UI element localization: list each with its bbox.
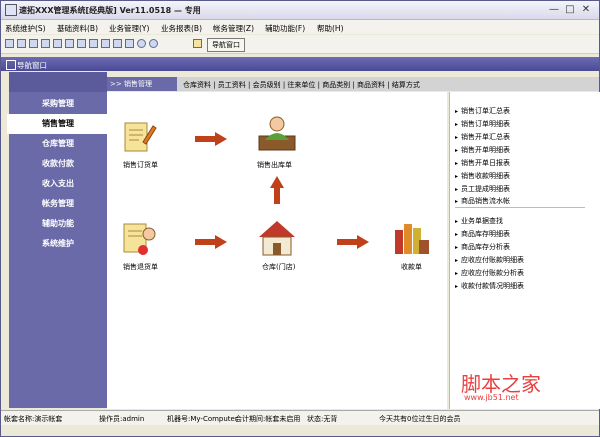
- maximize-button[interactable]: □: [563, 3, 577, 16]
- sales-out-icon[interactable]: [257, 114, 297, 154]
- globe-icon[interactable]: [149, 39, 158, 48]
- arrow-right-icon: [195, 132, 227, 146]
- report-link[interactable]: ▸ 销售开单汇总表: [455, 132, 510, 142]
- sidebar-item-accounts[interactable]: 帐务管理: [9, 194, 107, 214]
- report-link[interactable]: ▸ 销售订单明细表: [455, 119, 510, 129]
- report-link[interactable]: ▸ 商品库存明细表: [455, 229, 510, 239]
- warehouse-icon[interactable]: [257, 219, 297, 257]
- sidebar-item-payments[interactable]: 收款付款: [9, 154, 107, 174]
- report-link[interactable]: ▸ 销售开单明细表: [455, 145, 510, 155]
- menu-business[interactable]: 业务管理(Y): [109, 23, 149, 34]
- status-account: 帐套名称:演示帐套: [4, 415, 63, 423]
- document-icon[interactable]: [41, 39, 50, 48]
- window-icon: [6, 60, 16, 70]
- report-link[interactable]: ▸ 商品库存分析表: [455, 242, 510, 252]
- menu-reports[interactable]: 业务报表(B): [161, 23, 202, 34]
- warehouse-label[interactable]: 仓库(门店): [262, 262, 295, 272]
- report-link[interactable]: ▸ 应收应付账款分析表: [455, 268, 524, 278]
- watermark-url: www.jb51.net: [464, 393, 519, 402]
- report-link[interactable]: ▸ 销售开单日报表: [455, 158, 510, 168]
- flow-panel: 销售订货单 销售出库单 销售退货单 仓库(门店) 收款单: [107, 92, 447, 409]
- nav-window-icon[interactable]: [193, 39, 202, 48]
- arrow-right-icon: [195, 235, 227, 249]
- report-link[interactable]: ▸ 商品销售流水帐: [455, 196, 510, 206]
- report-link[interactable]: ▸ 销售收款明细表: [455, 171, 510, 181]
- sidebar-item-purchase[interactable]: 采购管理: [9, 94, 107, 114]
- menu-bar: 系统维护(S) 基础资料(B) 业务管理(Y) 业务报表(B) 帐务管理(Z) …: [1, 20, 599, 34]
- status-state: 状态:无背: [307, 415, 338, 423]
- menu-basic-data[interactable]: 基础资料(B): [57, 23, 98, 34]
- new-icon[interactable]: [5, 39, 14, 48]
- sales-return-icon[interactable]: [121, 220, 159, 258]
- table-icon[interactable]: [101, 39, 110, 48]
- window-title: 速拓XXX管理系统[经典版] Ver11.0518 — 专用: [19, 6, 201, 15]
- sidebar-item-assist[interactable]: 辅助功能: [9, 214, 107, 234]
- tab-current: >> 销售管理: [107, 77, 177, 91]
- tabs-bar: >> 销售管理 仓库资料 | 员工资料 | 会员级别 | 往来单位 | 商品类别…: [107, 77, 599, 91]
- sidebar-item-system[interactable]: 系统维护: [9, 234, 107, 254]
- open-icon[interactable]: [17, 39, 26, 48]
- nav-panel-title-text: 导航窗口: [17, 61, 47, 70]
- status-operator: 操作员:admin: [99, 415, 145, 423]
- menu-accounts[interactable]: 帐务管理(Z): [213, 23, 254, 34]
- list-icon[interactable]: [29, 39, 38, 48]
- sales-order-label[interactable]: 销售订货单: [123, 160, 158, 170]
- report-link[interactable]: ▸ 收款付款情况明细表: [455, 281, 524, 291]
- export-icon[interactable]: [125, 39, 134, 48]
- help-icon[interactable]: [137, 39, 146, 48]
- arrow-up-icon: [270, 176, 284, 204]
- report-links-panel: ▸ 销售订单汇总表 ▸ 销售订单明细表 ▸ 销售开单汇总表 ▸ 销售开单明细表 ▸ 销售开…: [449, 92, 600, 409]
- title-bar: 速拓XXX管理系统[经典版] Ver11.0518 — 专用 — □ ✕: [1, 1, 599, 20]
- report-link[interactable]: ▸ 应收应付账款明细表: [455, 255, 524, 265]
- users-icon[interactable]: [65, 39, 74, 48]
- receipt-icon[interactable]: [393, 218, 431, 258]
- menu-help[interactable]: 帮助(H): [317, 23, 344, 34]
- nav-panel-title: 导航窗口: [1, 57, 599, 71]
- minimize-button[interactable]: —: [547, 3, 561, 16]
- status-birthday: 今天共有0位过生日的会员: [379, 415, 461, 423]
- sales-order-icon[interactable]: [121, 120, 157, 156]
- sales-return-label[interactable]: 销售退货单: [123, 262, 158, 272]
- sidebar-item-sales[interactable]: 销售管理: [7, 114, 109, 134]
- sales-out-label[interactable]: 销售出库单: [257, 160, 292, 170]
- nav-window-button[interactable]: 导航窗口: [207, 38, 245, 52]
- menu-assist[interactable]: 辅助功能(F): [265, 23, 305, 34]
- receipt-label[interactable]: 收款单: [401, 262, 422, 272]
- print-icon[interactable]: [89, 39, 98, 48]
- app-icon: [5, 4, 17, 16]
- sidebar-item-income-expense[interactable]: 收入支出: [9, 174, 107, 194]
- menu-system[interactable]: 系统维护(S): [5, 23, 46, 34]
- tab-links[interactable]: 仓库资料 | 员工资料 | 会员级别 | 往来单位 | 商品类别 | 商品资料 …: [183, 80, 420, 90]
- report-icon[interactable]: [77, 39, 86, 48]
- sidebar-item-warehouse[interactable]: 仓库管理: [9, 134, 107, 154]
- close-button[interactable]: ✕: [579, 3, 593, 16]
- status-period: 会计期间:帐套未启用: [235, 415, 301, 423]
- arrow-right-icon: [337, 235, 369, 249]
- divider: [455, 207, 585, 208]
- report-link[interactable]: ▸ 销售订单汇总表: [455, 106, 510, 116]
- sidebar: 采购管理 销售管理 仓库管理 收款付款 收入支出 帐务管理 辅助功能 系统维护: [7, 72, 109, 408]
- status-bar: 帐套名称:演示帐套 操作员:admin 机器号:My-Computer 会计期间…: [1, 410, 599, 425]
- edit-icon[interactable]: [53, 39, 62, 48]
- status-machine: 机器号:My-Computer: [167, 415, 238, 423]
- save-icon[interactable]: [113, 39, 122, 48]
- report-link[interactable]: ▸ 业务单据查找: [455, 216, 503, 226]
- toolbar: 导航窗口: [1, 35, 599, 54]
- report-link[interactable]: ▸ 员工提成明细表: [455, 184, 510, 194]
